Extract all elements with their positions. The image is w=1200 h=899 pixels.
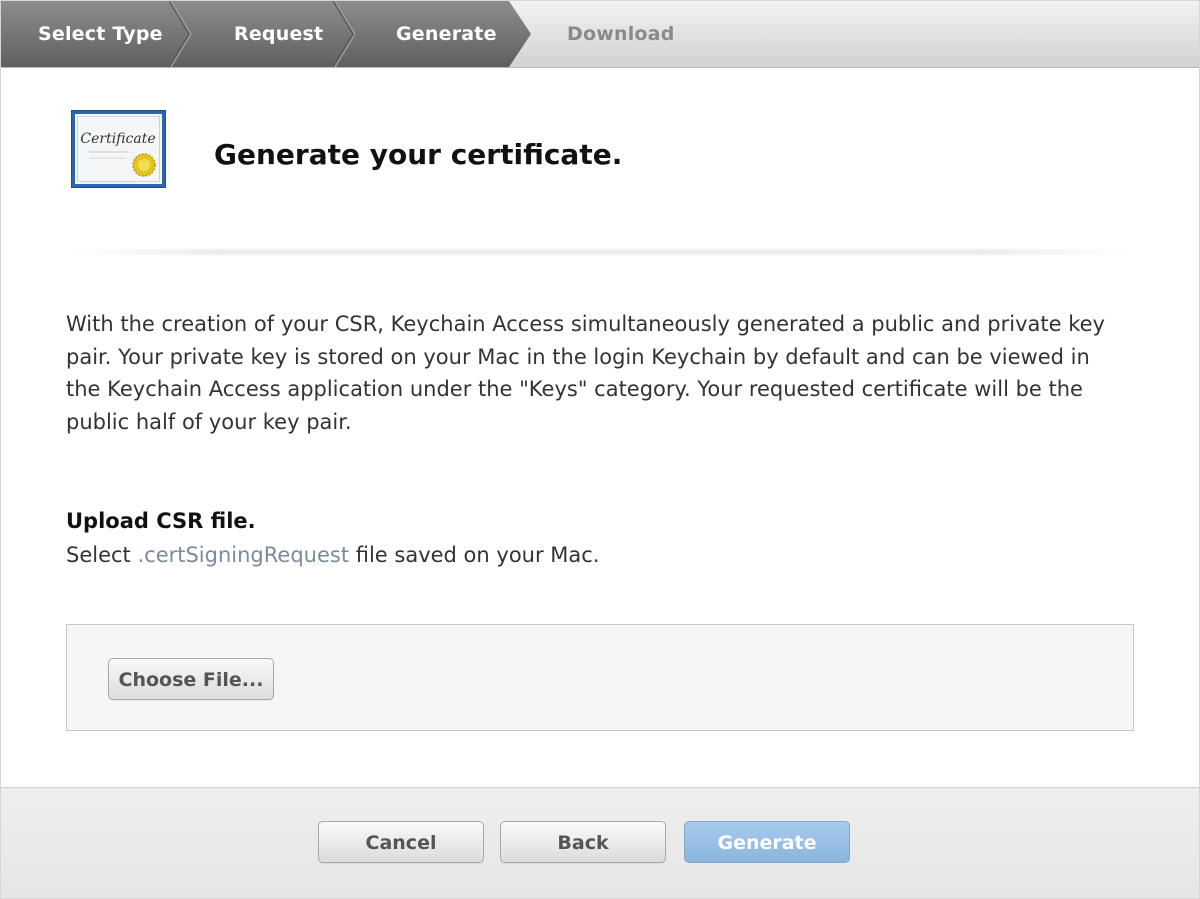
upload-panel: Choose File...	[66, 624, 1134, 731]
step-separator-icon	[169, 1, 192, 67]
certificate-wizard: Select Type Request Generate Download Ce…	[0, 0, 1200, 899]
choose-file-button[interactable]: Choose File...	[108, 658, 274, 700]
keychain-description: With the creation of your CSR, Keychain …	[66, 312, 1105, 434]
instruction-extension: .certSigningRequest	[137, 543, 350, 567]
step-label: Download	[567, 23, 675, 45]
cancel-button[interactable]: Cancel	[318, 821, 484, 863]
step-request: Request	[191, 1, 341, 67]
instruction-prefix: Select	[66, 543, 138, 567]
header-divider	[66, 249, 1134, 255]
step-label: Request	[234, 23, 324, 45]
upload-heading: Upload CSR file.	[66, 509, 256, 533]
step-select-type: Select Type	[1, 1, 181, 67]
instruction-suffix: file saved on your Mac.	[349, 543, 600, 567]
back-button[interactable]: Back	[500, 821, 666, 863]
upload-instruction: Select .certSigningRequest file saved on…	[66, 543, 600, 567]
page-title: Generate your certificate.	[214, 138, 623, 171]
step-label: Select Type	[38, 23, 163, 45]
step-download: Download	[541, 1, 741, 67]
step-label: Generate	[396, 23, 497, 45]
step-generate: Generate	[353, 1, 513, 67]
certificate-icon-text: Certificate	[80, 131, 155, 147]
wizard-footer: Cancel Back Generate	[1, 787, 1199, 898]
certificate-icon: Certificate	[71, 110, 166, 188]
generate-button[interactable]: Generate	[684, 821, 850, 863]
wizard-steps: Select Type Request Generate Download	[1, 1, 1199, 68]
